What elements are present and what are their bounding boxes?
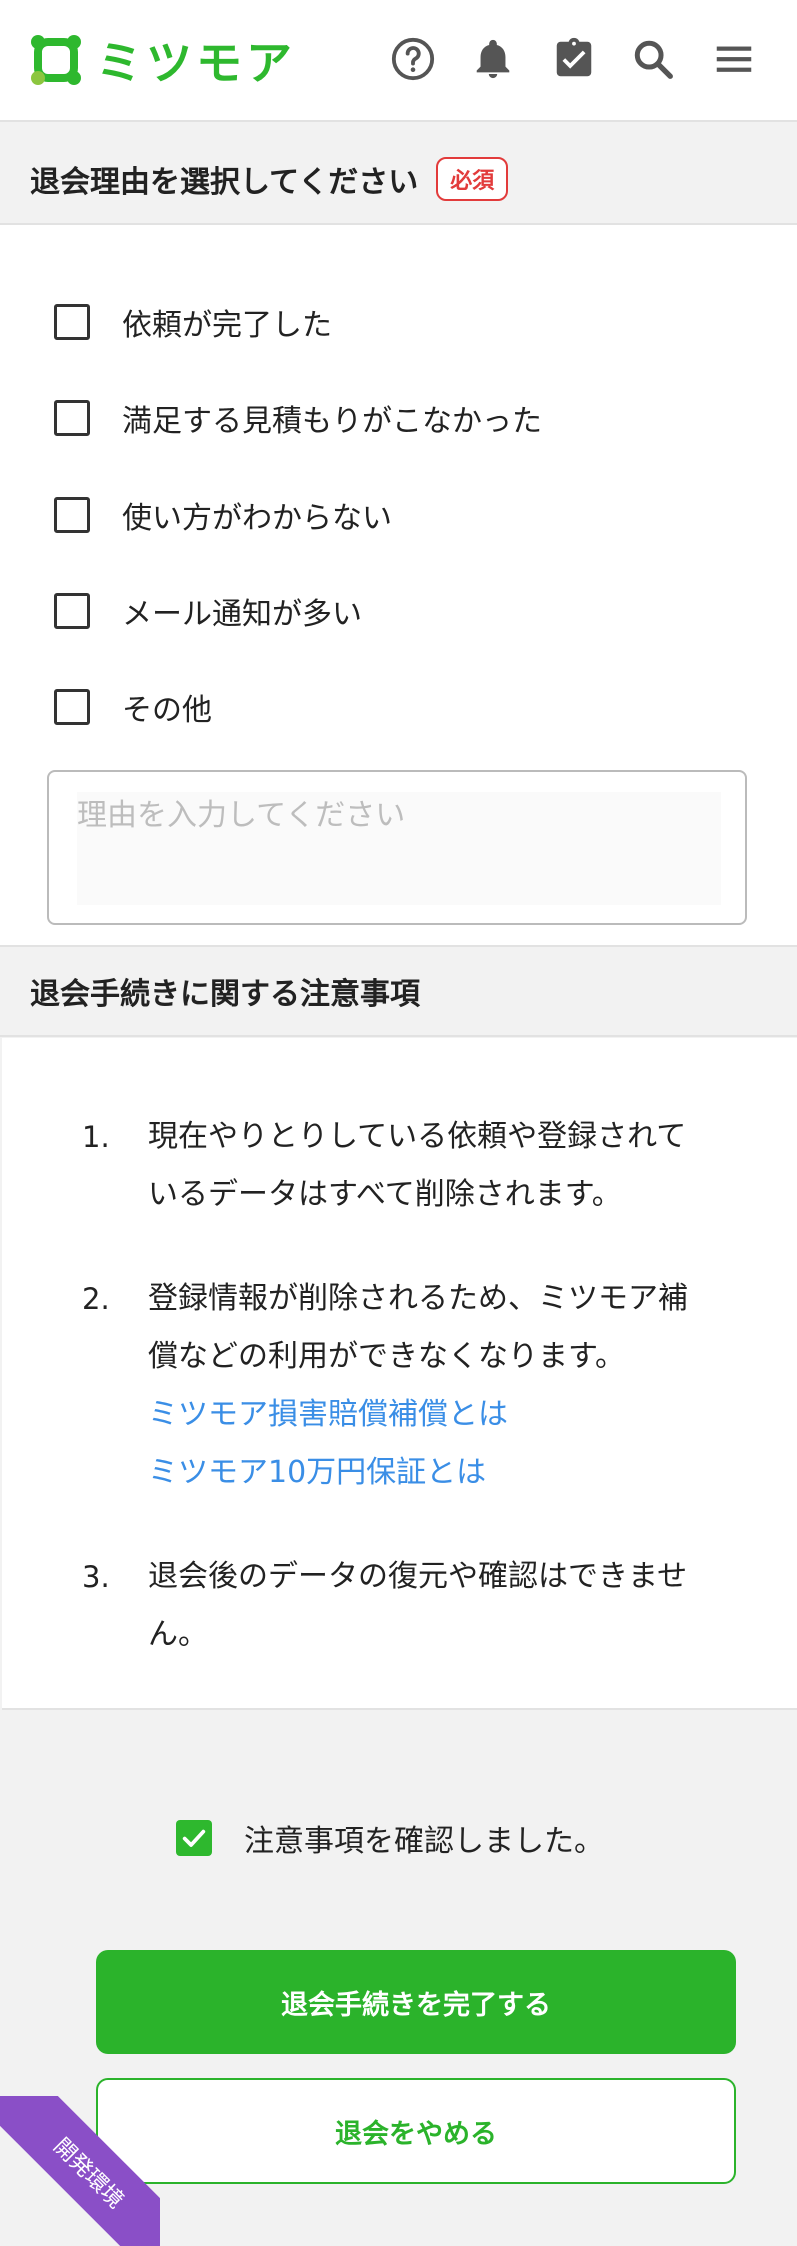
brand-name: ミツモア [96, 36, 296, 90]
help-icon [391, 37, 435, 81]
note-line: いるデータはすべて削除されます。 [148, 1177, 622, 1212]
note-line: 償などの利用ができなくなります。 [148, 1339, 625, 1374]
reasons-panel: 依頼が完了した 満足する見積もりがこなかった 使い方がわからない メール通知が多… [0, 225, 797, 947]
link-damage-compensation[interactable]: ミツモア損害賠償補償とは [148, 1386, 762, 1444]
reason-textarea[interactable]: 理由を入力してください [47, 770, 747, 925]
app-header: ミツモア [0, 0, 797, 122]
reason-option-label: 使い方がわからない [122, 501, 392, 536]
menu-icon [716, 46, 752, 72]
checkbox[interactable] [54, 304, 90, 340]
notifications-button[interactable] [468, 34, 518, 84]
reason-option-hard-to-use[interactable]: 使い方がわからない [54, 493, 392, 537]
clipboard-check-icon [556, 37, 592, 77]
reason-option-label: 満足する見積もりがこなかった [122, 404, 542, 439]
note-number: 3. [82, 1560, 110, 1594]
search-icon [634, 40, 673, 79]
logo-icon [31, 35, 81, 85]
tasks-button[interactable] [549, 34, 599, 84]
note-item: 3. 退会後のデータの復元や確認はできませ ん。 [82, 1548, 762, 1664]
reason-option-label: 依頼が完了した [122, 308, 332, 343]
help-button[interactable] [388, 34, 438, 84]
note-line: ん。 [148, 1617, 208, 1652]
notes-panel: 1. 現在やりとりしている依頼や登録されて いるデータはすべて削除されます。 2… [2, 1038, 797, 1710]
reason-option-no-quote[interactable]: 満足する見積もりがこなかった [54, 396, 542, 440]
notes-header: 退会手続きに関する注意事項 [0, 947, 797, 1037]
menu-button[interactable] [709, 34, 759, 84]
reason-option-completed[interactable]: 依頼が完了した [54, 300, 332, 344]
note-line: 退会後のデータの復元や確認はできませ [148, 1559, 688, 1594]
cancel-withdrawal-button[interactable]: 退会をやめる [96, 2078, 736, 2184]
ribbon-band: 開発環境 [0, 2096, 160, 2246]
reasons-title: 退会理由を選択してください [30, 165, 419, 200]
required-badge: 必須 [436, 157, 509, 201]
note-line: 登録情報が削除されるため、ミツモア補 [148, 1281, 688, 1316]
reason-option-other[interactable]: その他 [54, 685, 212, 729]
confirm-label: 注意事項を確認しました。 [244, 1824, 604, 1859]
brand-logo[interactable]: ミツモア [28, 30, 296, 90]
complete-withdrawal-button[interactable]: 退会手続きを完了する [96, 1950, 736, 2054]
link-100k-guarantee[interactable]: ミツモア10万円保証とは [148, 1444, 762, 1502]
notes-title: 退会手続きに関する注意事項 [30, 977, 420, 1012]
checkbox[interactable] [54, 400, 90, 436]
reasons-header: 退会理由を選択してください 必須 [0, 135, 797, 225]
confirm-notes[interactable]: 注意事項を確認しました。 [176, 1818, 604, 1859]
reason-option-label: メール通知が多い [122, 597, 362, 632]
note-item: 1. 現在やりとりしている依頼や登録されて いるデータはすべて削除されます。 [82, 1108, 762, 1224]
reason-placeholder: 理由を入力してください [77, 798, 406, 833]
note-line: 現在やりとりしている依頼や登録されて [148, 1119, 687, 1154]
reason-option-too-many-emails[interactable]: メール通知が多い [54, 589, 362, 633]
reason-option-label: その他 [122, 693, 212, 728]
ribbon-label: 開発環境 [48, 2133, 129, 2214]
bell-icon [476, 39, 510, 79]
note-number: 2. [82, 1282, 110, 1316]
checkbox[interactable] [54, 497, 90, 533]
checkbox[interactable] [54, 593, 90, 629]
search-button[interactable] [628, 34, 678, 84]
checkbox[interactable] [54, 689, 90, 725]
check-icon [182, 1829, 206, 1847]
confirm-checkbox[interactable] [176, 1820, 212, 1856]
dev-environment-ribbon: 開発環境 [0, 2096, 160, 2246]
note-item: 2. 登録情報が削除されるため、ミツモア補 償などの利用ができなくなります。 ミ… [82, 1270, 762, 1502]
note-number: 1. [82, 1120, 110, 1154]
